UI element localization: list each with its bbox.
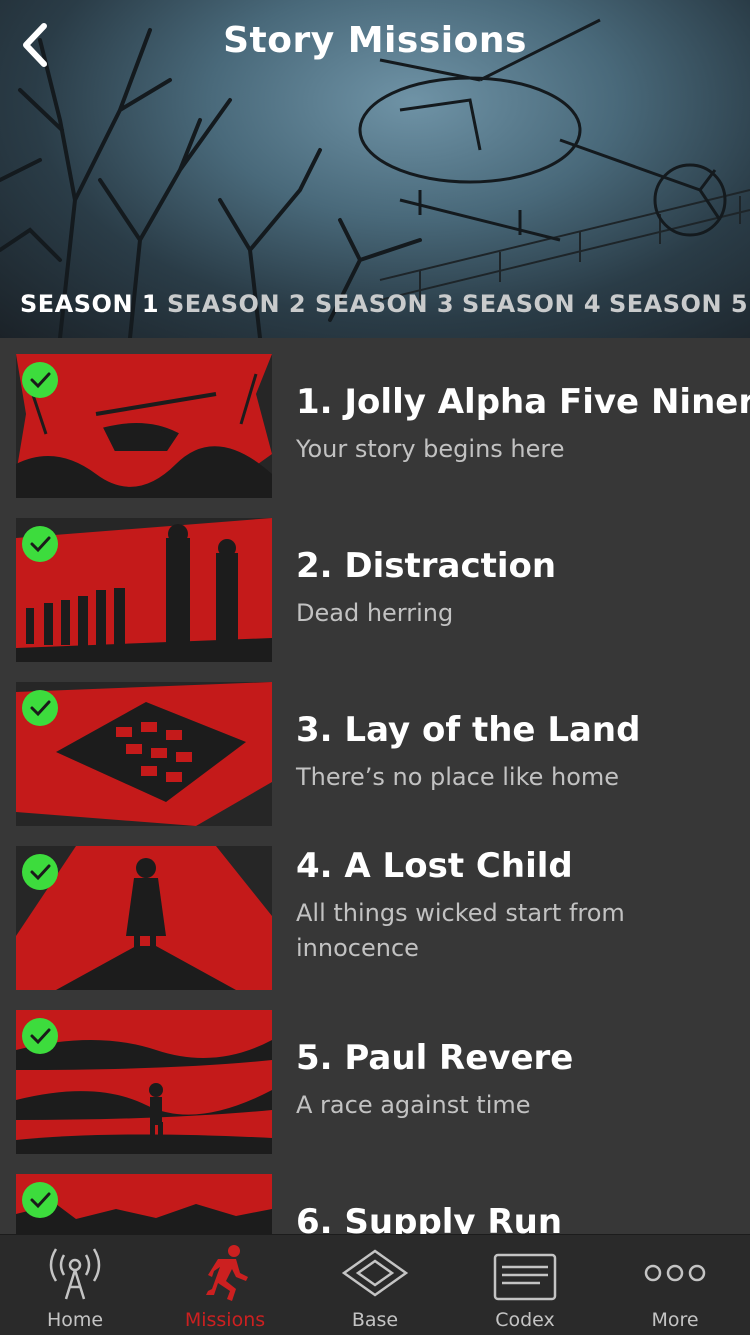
- completed-check-icon: [22, 690, 58, 726]
- mission-row[interactable]: 3. Lay of the Land There’s no place like…: [0, 666, 750, 832]
- tab-label: Missions: [184, 1309, 266, 1331]
- header-banner: Story Missions SEASON 1 SEASON 2 SEASON …: [0, 0, 750, 338]
- tab-codex[interactable]: Codex: [450, 1235, 600, 1335]
- mission-list: 1. Jolly Alpha Five Niner Your story beg…: [0, 338, 750, 1234]
- tab-season-1[interactable]: SEASON 1: [20, 290, 159, 318]
- running-man-icon: [206, 1245, 248, 1301]
- mission-subtitle: Your story begins here: [296, 435, 565, 463]
- mission-subtitle: A race against time: [296, 1091, 531, 1119]
- mission-row[interactable]: 4. A Lost Child All things wicked start …: [0, 830, 750, 996]
- completed-check-icon: [22, 526, 58, 562]
- mission-subtitle: All things wicked start from innocence: [296, 899, 625, 962]
- mission-title: 5. Paul Revere: [296, 1038, 574, 1078]
- tab-season-5[interactable]: SEASON 5: [609, 290, 748, 318]
- tab-label: Home: [46, 1309, 104, 1331]
- mission-title: 1. Jolly Alpha Five Niner: [296, 382, 750, 422]
- mission-thumbnail: [16, 682, 272, 826]
- mission-row[interactable]: 6. Supply Run: [0, 1158, 750, 1234]
- mission-row[interactable]: 1. Jolly Alpha Five Niner Your story beg…: [0, 338, 750, 504]
- tab-more[interactable]: More: [600, 1235, 750, 1335]
- mission-thumbnail: [16, 354, 272, 498]
- mission-thumbnail: [16, 1174, 272, 1234]
- mission-row[interactable]: 2. Distraction Dead herring: [0, 502, 750, 668]
- tab-base[interactable]: Base: [300, 1235, 450, 1335]
- mission-title: 2. Distraction: [296, 546, 557, 586]
- tab-season-4[interactable]: SEASON 4: [462, 290, 601, 318]
- mission-row[interactable]: 5. Paul Revere A race against time: [0, 994, 750, 1160]
- mission-title: 4. A Lost Child: [296, 846, 573, 886]
- page-title: Story Missions: [223, 20, 527, 61]
- tab-label: Base: [351, 1309, 399, 1331]
- mission-title: 6. Supply Run: [296, 1202, 563, 1234]
- tab-home[interactable]: Home: [0, 1235, 150, 1335]
- season-tabs: SEASON 1 SEASON 2 SEASON 3 SEASON 4 SEAS…: [0, 282, 750, 328]
- base-diamond-icon: [341, 1249, 409, 1297]
- radio-tower-icon: [49, 1248, 101, 1300]
- more-dots-icon: [644, 1264, 706, 1282]
- tab-label: Codex: [495, 1309, 555, 1331]
- codex-book-icon: [493, 1253, 557, 1301]
- completed-check-icon: [22, 854, 58, 890]
- completed-check-icon: [22, 1182, 58, 1218]
- tab-missions[interactable]: Missions: [150, 1235, 300, 1335]
- mission-subtitle: There’s no place like home: [296, 763, 620, 791]
- tab-label: More: [651, 1309, 699, 1331]
- bottom-tab-bar: Home Missions Base Codex More: [0, 1234, 750, 1335]
- mission-thumbnail: [16, 846, 272, 990]
- mission-subtitle: Dead herring: [296, 599, 454, 627]
- completed-check-icon: [22, 1018, 58, 1054]
- mission-title: 3. Lay of the Land: [296, 710, 641, 750]
- mission-thumbnail: [16, 1010, 272, 1154]
- mission-thumbnail: [16, 518, 272, 662]
- completed-check-icon: [22, 362, 58, 398]
- tab-season-2[interactable]: SEASON 2: [167, 290, 306, 318]
- tab-season-3[interactable]: SEASON 3: [315, 290, 454, 318]
